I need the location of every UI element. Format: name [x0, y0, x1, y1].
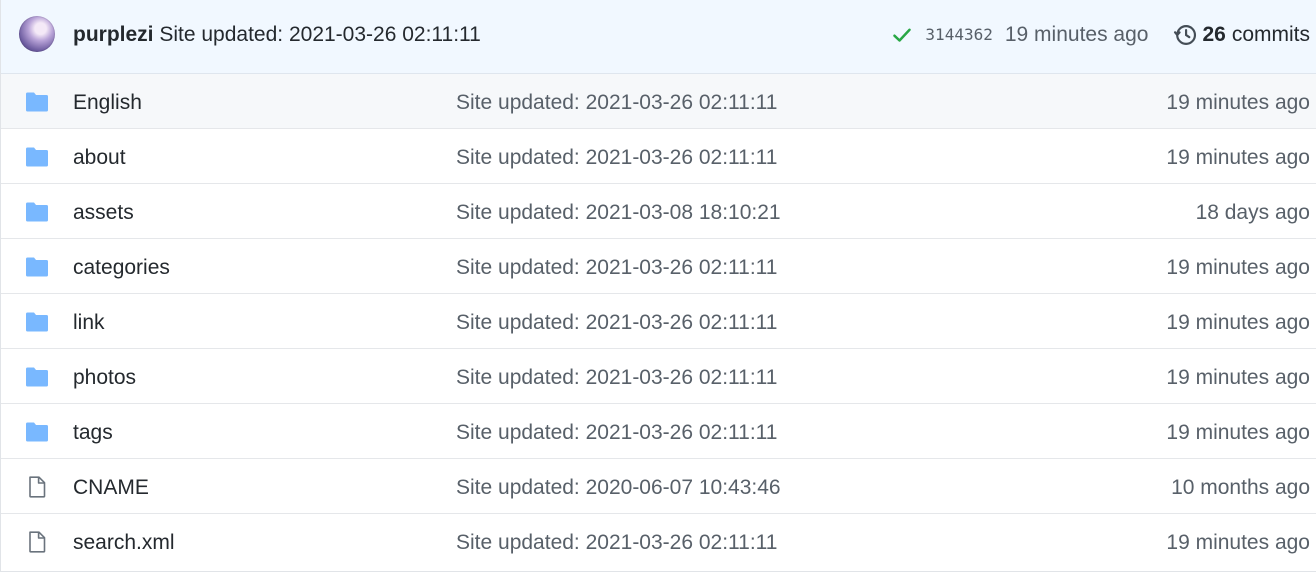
history-icon [1174, 25, 1197, 45]
folder-icon [25, 201, 49, 223]
file-name-link[interactable]: assets [73, 200, 134, 226]
file-commit-message-link[interactable]: Site updated: 2020-06-07 10:43:46 [456, 475, 781, 501]
file-icon [25, 531, 49, 553]
file-age: 18 days ago [1195, 201, 1310, 224]
file-row-photos[interactable]: photos Site updated: 2021-03-26 02:11:11… [1, 349, 1316, 404]
file-age: 19 minutes ago [1166, 366, 1310, 389]
file-age: 19 minutes ago [1166, 91, 1310, 114]
file-age: 10 months ago [1171, 476, 1310, 499]
commit-meta: 3144362 19 minutes ago 26 commits [891, 22, 1310, 48]
avatar[interactable] [19, 16, 55, 52]
folder-icon [25, 311, 49, 333]
file-row-assets[interactable]: assets Site updated: 2021-03-08 18:10:21… [1, 184, 1316, 239]
file-name-link[interactable]: about [73, 145, 126, 171]
file-commit-message-link[interactable]: Site updated: 2021-03-26 02:11:11 [456, 310, 777, 336]
file-name-link[interactable]: search.xml [73, 530, 175, 556]
commits-label[interactable]: commits [1232, 22, 1310, 48]
file-name-link[interactable]: CNAME [73, 475, 149, 501]
file-commit-message-link[interactable]: Site updated: 2021-03-26 02:11:11 [456, 420, 777, 446]
file-browser: purplezi Site updated: 2021-03-26 02:11:… [0, 0, 1316, 572]
file-icon [25, 476, 49, 498]
commit-sha-link[interactable]: 3144362 [925, 22, 992, 48]
file-name-link[interactable]: photos [73, 365, 136, 391]
check-icon[interactable] [891, 24, 913, 46]
file-age: 19 minutes ago [1166, 311, 1310, 334]
file-commit-message-link[interactable]: Site updated: 2021-03-26 02:11:11 [456, 145, 777, 171]
file-row-tags[interactable]: tags Site updated: 2021-03-26 02:11:11 1… [1, 404, 1316, 459]
commit-message-link[interactable]: Site updated: 2021-03-26 02:11:11 [159, 23, 480, 46]
file-age: 19 minutes ago [1166, 531, 1310, 554]
commit-author-link[interactable]: purplezi [73, 23, 154, 46]
file-commit-message-link[interactable]: Site updated: 2021-03-26 02:11:11 [456, 530, 777, 556]
file-name-link[interactable]: tags [73, 420, 113, 446]
file-age: 19 minutes ago [1166, 146, 1310, 169]
file-age: 19 minutes ago [1166, 421, 1310, 444]
file-name-link[interactable]: English [73, 90, 142, 116]
file-commit-message-link[interactable]: Site updated: 2021-03-26 02:11:11 [456, 90, 777, 116]
folder-icon [25, 421, 49, 443]
file-commit-message-link[interactable]: Site updated: 2021-03-08 18:10:21 [456, 200, 781, 226]
file-list: English Site updated: 2021-03-26 02:11:1… [1, 74, 1316, 569]
folder-icon [25, 366, 49, 388]
latest-commit-bar: purplezi Site updated: 2021-03-26 02:11:… [1, 0, 1316, 74]
commit-time: 19 minutes ago [1004, 23, 1149, 46]
folder-icon [25, 256, 49, 278]
file-row-categories[interactable]: categories Site updated: 2021-03-26 02:1… [1, 239, 1316, 294]
file-row-english[interactable]: English Site updated: 2021-03-26 02:11:1… [1, 74, 1316, 129]
commits-count[interactable]: 26 [1202, 22, 1225, 48]
folder-icon [25, 146, 49, 168]
folder-icon [25, 91, 49, 113]
file-age: 19 minutes ago [1166, 256, 1310, 279]
file-row-search-xml[interactable]: search.xml Site updated: 2021-03-26 02:1… [1, 514, 1316, 569]
file-commit-message-link[interactable]: Site updated: 2021-03-26 02:11:11 [456, 255, 777, 281]
file-row-cname[interactable]: CNAME Site updated: 2020-06-07 10:43:46 … [1, 459, 1316, 514]
file-name-link[interactable]: categories [73, 255, 170, 281]
file-name-link[interactable]: link [73, 310, 105, 336]
file-commit-message-link[interactable]: Site updated: 2021-03-26 02:11:11 [456, 365, 777, 391]
file-row-about[interactable]: about Site updated: 2021-03-26 02:11:11 … [1, 129, 1316, 184]
file-row-link[interactable]: link Site updated: 2021-03-26 02:11:11 1… [1, 294, 1316, 349]
latest-commit-summary: purplezi Site updated: 2021-03-26 02:11:… [73, 22, 481, 48]
